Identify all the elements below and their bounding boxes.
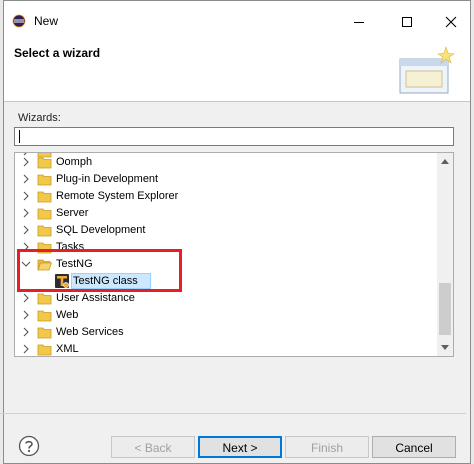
tree-item-sql-development[interactable]: SQL Development <box>15 222 435 239</box>
chevron-right-icon[interactable] <box>21 208 31 218</box>
window-title: New <box>34 14 59 28</box>
folder-icon <box>37 208 52 220</box>
tree-item-label: Web <box>56 309 79 321</box>
chevron-right-icon[interactable] <box>21 344 31 354</box>
button-bar-separator <box>0 413 466 414</box>
text-cursor <box>19 130 20 143</box>
chevron-right-icon[interactable] <box>21 174 31 184</box>
chevron-right-icon[interactable] <box>21 157 31 167</box>
chevron-right-icon[interactable] <box>21 310 31 320</box>
scroll-up-button[interactable] <box>437 153 453 169</box>
tree-item-label: Plug-in Development <box>56 173 159 185</box>
folder-icon <box>37 293 52 305</box>
tree-item-oomph[interactable]: Oomph <box>15 154 435 171</box>
tree-item-web-services[interactable]: Web Services <box>15 324 435 341</box>
next-button[interactable]: Next > <box>198 436 282 458</box>
tree-item-label: XML <box>56 343 79 355</box>
tree-item-label: User Assistance <box>56 292 135 304</box>
folder-icon <box>37 191 52 203</box>
close-icon <box>445 16 457 28</box>
chevron-right-icon[interactable] <box>21 293 31 303</box>
title-bar: New <box>4 1 470 41</box>
tree-item-label: SQL Development <box>56 224 146 236</box>
finish-button[interactable]: Finish <box>285 436 369 458</box>
tree-item-server[interactable]: Server <box>15 205 435 222</box>
eclipse-icon <box>12 14 26 28</box>
minimize-button[interactable] <box>344 8 374 36</box>
chevron-right-icon[interactable] <box>21 191 31 201</box>
folder-icon <box>37 157 52 169</box>
tree-item-label: Oomph <box>56 156 93 168</box>
tree-item-label: Web Services <box>56 326 124 338</box>
maximize-icon <box>402 17 412 27</box>
chevron-right-icon[interactable] <box>21 327 31 337</box>
tree-scrollbar[interactable] <box>437 153 453 356</box>
maximize-button[interactable] <box>392 8 422 36</box>
cancel-button[interactable]: Cancel <box>372 436 456 458</box>
wizards-label: Wizards: <box>18 112 61 124</box>
wizard-filter-input[interactable] <box>14 127 454 146</box>
back-button[interactable]: < Back <box>111 436 195 458</box>
arrow-up-icon <box>441 159 449 164</box>
folder-icon <box>37 225 52 237</box>
tree-item-xml[interactable]: XML <box>15 341 435 356</box>
tree-item-plugin-development[interactable]: Plug-in Development <box>15 171 435 188</box>
new-wizard-banner-icon <box>399 46 455 94</box>
folder-icon <box>37 344 52 356</box>
scroll-down-button[interactable] <box>437 340 453 356</box>
close-button[interactable] <box>436 8 466 36</box>
folder-icon <box>37 327 52 339</box>
wizard-banner: Select a wizard <box>4 41 470 102</box>
arrow-down-icon <box>441 345 449 350</box>
tree-item-remote-system-explorer[interactable]: Remote System Explorer <box>15 188 435 205</box>
tree-item-label: Server <box>56 207 89 219</box>
scroll-thumb[interactable] <box>439 283 451 335</box>
annotation-highlight-box <box>17 249 182 292</box>
chevron-right-icon[interactable] <box>21 225 31 235</box>
tree-item-user-assistance[interactable]: User Assistance <box>15 290 435 307</box>
help-icon[interactable] <box>18 435 40 457</box>
page-title: Select a wizard <box>14 46 101 60</box>
tree-item-web[interactable]: Web <box>15 307 435 324</box>
tree-item-label: Remote System Explorer <box>56 190 179 202</box>
folder-icon <box>37 310 52 322</box>
minimize-icon <box>354 22 364 23</box>
folder-icon <box>37 174 52 186</box>
